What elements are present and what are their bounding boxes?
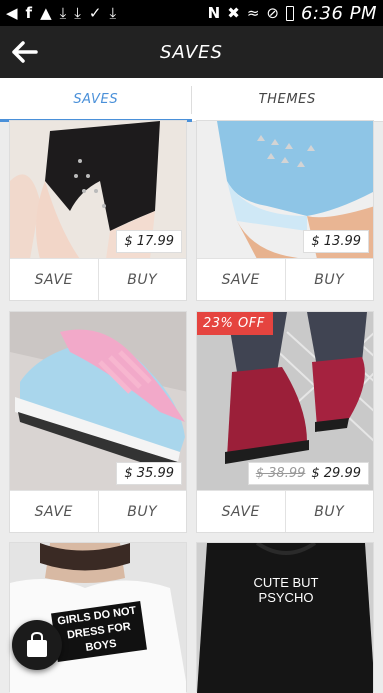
notification-icon: ◀	[6, 4, 18, 22]
product-card: 23% OFF $ 38.99 $ 29.99 SAVE BUY	[196, 311, 374, 533]
check-icon: ✓	[89, 4, 102, 22]
download-icon: ⤓	[74, 4, 81, 22]
tab-saves[interactable]: SAVES	[0, 78, 192, 121]
original-price: $ 38.99	[256, 466, 306, 481]
price-tag: $ 35.99	[116, 462, 182, 485]
product-card: $ 35.99 SAVE BUY	[9, 311, 187, 533]
save-button[interactable]: SAVE	[10, 491, 98, 532]
tab-themes[interactable]: THEMES	[192, 78, 383, 121]
buy-button[interactable]: BUY	[285, 259, 374, 300]
price-tag: $ 13.99	[303, 230, 369, 253]
cart-fab-button[interactable]	[12, 620, 62, 670]
product-image[interactable]: 23% OFF $ 38.99 $ 29.99	[197, 312, 373, 491]
shopping-bag-icon	[26, 632, 48, 658]
sale-price: $ 29.99	[311, 466, 361, 481]
facebook-icon: f	[26, 4, 33, 22]
shirt-print: CUTE BUT PSYCHO	[247, 575, 325, 605]
tab-bar: SAVES THEMES	[0, 78, 383, 122]
notification-icons: ◀ f ▲ ⤓ ⤓ ✓ ⤓	[6, 4, 116, 22]
download-icon: ⤓	[109, 4, 116, 22]
product-image[interactable]: $ 13.99	[197, 121, 373, 259]
product-image[interactable]: $ 17.99	[10, 121, 186, 259]
arrow-left-icon	[12, 41, 38, 63]
download-icon: ⤓	[60, 4, 67, 22]
black-shirt-image	[197, 543, 373, 693]
product-card: $ 13.99 SAVE BUY	[196, 120, 374, 301]
battery-icon	[286, 6, 294, 21]
product-grid: $ 17.99 SAVE BUY $ 13.99 SAVE BUY	[0, 122, 383, 680]
app-bar: SAVES	[0, 26, 383, 78]
status-bar: ◀ f ▲ ⤓ ⤓ ✓ ⤓ N ✖ ≈ ⊘ 6:36 PM	[0, 0, 383, 26]
product-card: $ 17.99 SAVE BUY	[9, 120, 187, 301]
nfc-icon: N	[208, 4, 221, 22]
product-image[interactable]: GIRLS DO NOT DRESS FOR BOYS	[10, 543, 186, 693]
product-card: CUTE BUT PSYCHO	[196, 542, 374, 692]
no-signal-icon: ⊘	[266, 4, 279, 22]
save-button[interactable]: SAVE	[10, 259, 98, 300]
back-button[interactable]	[0, 26, 50, 78]
price-tag: $ 38.99 $ 29.99	[248, 462, 369, 485]
buy-button[interactable]: BUY	[285, 491, 374, 532]
discount-badge: 23% OFF	[197, 312, 273, 335]
price-tag: $ 17.99	[116, 230, 182, 253]
warning-icon: ▲	[40, 4, 52, 22]
page-title: SAVES	[0, 42, 383, 63]
product-image[interactable]: $ 35.99	[10, 312, 186, 491]
save-button[interactable]: SAVE	[197, 491, 285, 532]
product-image[interactable]: CUTE BUT PSYCHO	[197, 543, 373, 693]
buy-button[interactable]: BUY	[98, 491, 187, 532]
save-button[interactable]: SAVE	[197, 259, 285, 300]
mute-icon: ✖	[227, 4, 240, 22]
clock: 6:36 PM	[301, 3, 377, 24]
buy-button[interactable]: BUY	[98, 259, 187, 300]
tab-divider	[191, 86, 192, 114]
wifi-icon: ≈	[247, 4, 260, 22]
